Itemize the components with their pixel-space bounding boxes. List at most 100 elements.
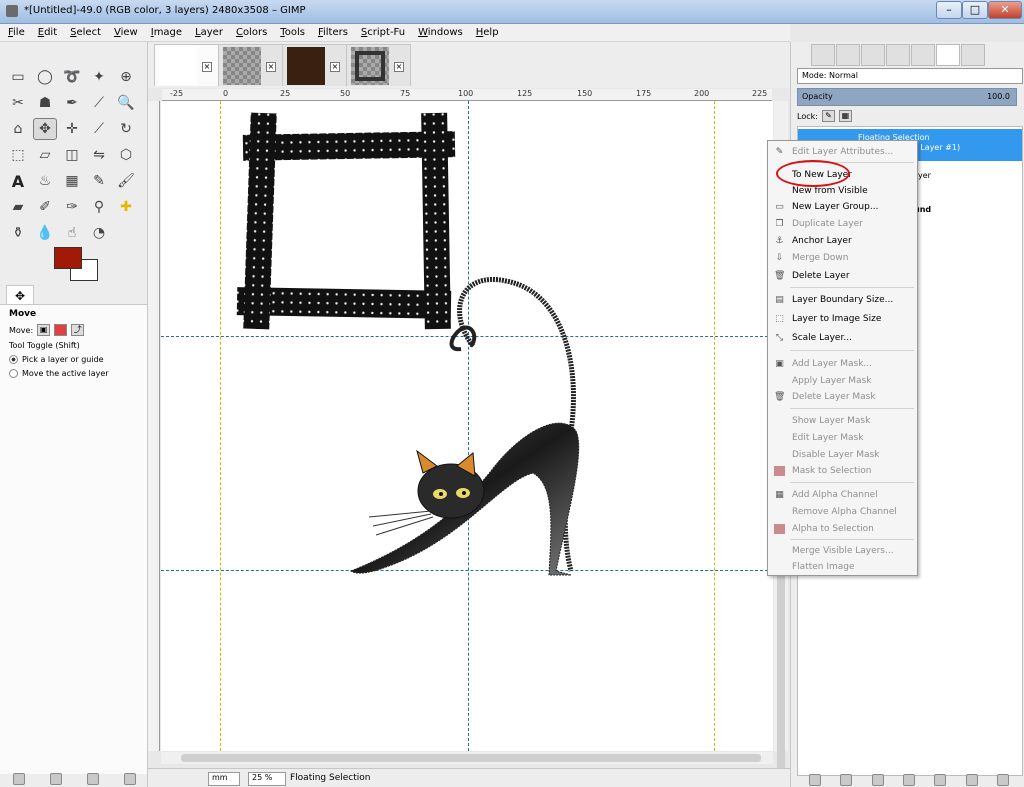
save-options-icon[interactable] (12, 773, 25, 785)
heal-tool-icon[interactable]: ✚ (114, 196, 138, 218)
menu-item-new-from-visible[interactable]: New from Visible (768, 183, 917, 199)
menu-view[interactable]: View (106, 24, 143, 38)
close-button[interactable]: ✕ (988, 1, 1022, 19)
fuzzy-select-tool-icon[interactable]: ✦ (87, 66, 111, 88)
menu-item-add-layer-mask[interactable]: ▣ Add Layer Mask... (768, 356, 917, 372)
align-tool-icon[interactable]: ✛ (60, 118, 84, 140)
flip-tool-icon[interactable]: ⇋ (87, 144, 111, 166)
new-layer-group-icon[interactable] (840, 774, 853, 786)
radio-pick-layer[interactable]: Pick a layer or guide (0, 352, 147, 366)
raise-layer-icon[interactable] (871, 774, 884, 786)
menu-item-layer-to-image-size[interactable]: ⬚ Layer to Image Size (768, 311, 917, 327)
vertical-ruler[interactable] (148, 101, 160, 751)
move-tool-icon[interactable]: ✥ (33, 118, 57, 140)
menu-item-layer-boundary-size[interactable]: ▤ Layer Boundary Size... (768, 292, 917, 308)
move-selection-mode-icon[interactable] (54, 324, 68, 336)
image-tab-2[interactable]: × (218, 44, 283, 86)
layer-mode-select[interactable]: Mode: Normal (797, 68, 1023, 84)
menu-item-show-layer-mask[interactable]: Show Layer Mask (768, 413, 917, 429)
image-tab-3[interactable]: × (282, 44, 347, 86)
blur-tool-icon[interactable]: 💧 (33, 222, 57, 244)
menu-item-flatten-image[interactable]: Flatten Image (768, 559, 917, 575)
menu-colors[interactable]: Colors (228, 24, 272, 38)
menu-item-remove-alpha-channel[interactable]: Remove Alpha Channel (768, 504, 917, 520)
horizontal-scrollbar[interactable] (161, 752, 773, 764)
restore-options-icon[interactable] (49, 773, 62, 785)
smudge-tool-icon[interactable]: ☝ (60, 222, 84, 244)
foreground-color-swatch[interactable] (54, 247, 82, 269)
tool-options-tab[interactable]: ✥ (6, 285, 34, 305)
menu-item-disable-layer-mask[interactable]: Disable Layer Mask (768, 447, 917, 463)
crop-tool-icon[interactable]: ⟋ (87, 118, 111, 140)
menu-item-new-layer-group[interactable]: ▭ New Layer Group... (768, 199, 917, 215)
shear-tool-icon[interactable]: ▱ (33, 144, 57, 166)
text-tool-icon[interactable]: A (6, 170, 30, 192)
menu-image[interactable]: Image (143, 24, 187, 38)
lock-alpha-icon[interactable]: ▦ (838, 110, 852, 122)
channels-tab-icon[interactable] (961, 44, 985, 66)
maximize-button[interactable]: □ (962, 1, 988, 19)
unit-select[interactable]: mm (208, 772, 240, 786)
minimize-button[interactable]: – (936, 1, 962, 19)
move-path-mode-icon[interactable]: ⤴ (71, 324, 85, 336)
zoom-tool-icon[interactable]: ⊕ (114, 66, 138, 88)
menu-filters[interactable]: Filters (310, 24, 353, 38)
image-tab-4[interactable]: × (346, 44, 411, 86)
undo-history-tab-icon[interactable] (811, 44, 835, 66)
menu-item-scale-layer[interactable]: ⤡ Scale Layer... (768, 330, 917, 346)
menu-item-delete-layer[interactable]: 🗑 Delete Layer (768, 268, 917, 284)
reset-options-icon[interactable] (123, 773, 136, 785)
menu-item-duplicate-layer[interactable]: ❐ Duplicate Layer (768, 216, 917, 232)
menu-layer[interactable]: Layer (187, 24, 228, 38)
pencil-tool-icon[interactable]: ✎ (87, 170, 111, 192)
measure-tool-icon[interactable]: ⌂ (6, 118, 30, 140)
gradients-tab-icon[interactable] (886, 44, 910, 66)
new-layer-icon[interactable] (808, 774, 821, 786)
close-tab-icon[interactable]: × (394, 62, 404, 72)
menu-item-merge-down[interactable]: ⇩ Merge Down (768, 250, 917, 266)
scale-tool-icon[interactable]: ⬚ (6, 144, 30, 166)
menu-help[interactable]: Help (468, 24, 504, 38)
layers-tab-icon[interactable] (936, 44, 960, 66)
opacity-slider[interactable]: Opacity 100.0 (797, 88, 1017, 106)
airbrush-tool-icon[interactable]: ✐ (33, 196, 57, 218)
eraser-tool-icon[interactable]: ▰ (6, 196, 30, 218)
lower-layer-icon[interactable] (902, 774, 915, 786)
lock-pixels-icon[interactable]: ✎ (821, 110, 835, 122)
magnify-tool-icon[interactable]: 🔍 (114, 92, 138, 114)
cage-tool-icon[interactable]: ⬡ (114, 144, 138, 166)
scissors-select-tool-icon[interactable]: ✂ (6, 92, 30, 114)
delete-layer-icon[interactable] (997, 774, 1010, 786)
menu-item-edit-layer-attributes[interactable]: ✎ Edit Layer Attributes... (768, 144, 917, 160)
perspective-clone-tool-icon[interactable]: ⚱ (6, 222, 30, 244)
paths-tool-icon[interactable]: ✒ (60, 92, 84, 114)
duplicate-layer-icon[interactable] (934, 774, 947, 786)
ellipse-select-tool-icon[interactable]: ◯ (33, 66, 57, 88)
menu-windows[interactable]: Windows (410, 24, 468, 38)
paintbrush-tool-icon[interactable]: 🖌 (114, 170, 138, 192)
close-tab-icon[interactable]: × (266, 62, 276, 72)
anchor-layer-icon[interactable] (965, 774, 978, 786)
patterns-tab-icon[interactable] (861, 44, 885, 66)
radio-pick-layer-indicator[interactable] (9, 355, 18, 364)
menu-item-merge-visible-layers[interactable]: Merge Visible Layers... (768, 543, 917, 559)
menu-item-delete-layer-mask[interactable]: 🗑 Delete Layer Mask (768, 389, 917, 405)
image-tab-1[interactable]: × (154, 44, 219, 86)
menu-file[interactable]: File (0, 24, 30, 38)
rect-select-tool-icon[interactable]: ▭ (6, 66, 30, 88)
clone-tool-icon[interactable]: ⚲ (87, 196, 111, 218)
close-tab-icon[interactable]: × (330, 62, 340, 72)
horizontal-scroll-thumb[interactable] (181, 754, 761, 762)
menu-item-anchor-layer[interactable]: ⚓ Anchor Layer (768, 233, 917, 249)
menu-script-fu[interactable]: Script-Fu (353, 24, 410, 38)
brushes-tab-icon[interactable] (911, 44, 935, 66)
image-canvas[interactable] (161, 101, 773, 751)
menu-select[interactable]: Select (62, 24, 106, 38)
menu-item-alpha-to-selection[interactable]: Alpha to Selection (768, 521, 917, 537)
horizontal-ruler[interactable]: -25 0 25 50 75 100 125 150 175 200 225 (162, 89, 772, 101)
move-layer-mode-icon[interactable]: ▣ (37, 324, 51, 336)
dodge-burn-tool-icon[interactable]: ◔ (87, 222, 111, 244)
rotate-tool-icon[interactable]: ↻ (114, 118, 138, 140)
free-select-tool-icon[interactable]: ➰ (60, 66, 84, 88)
zoom-select[interactable]: 25 % (248, 772, 286, 786)
